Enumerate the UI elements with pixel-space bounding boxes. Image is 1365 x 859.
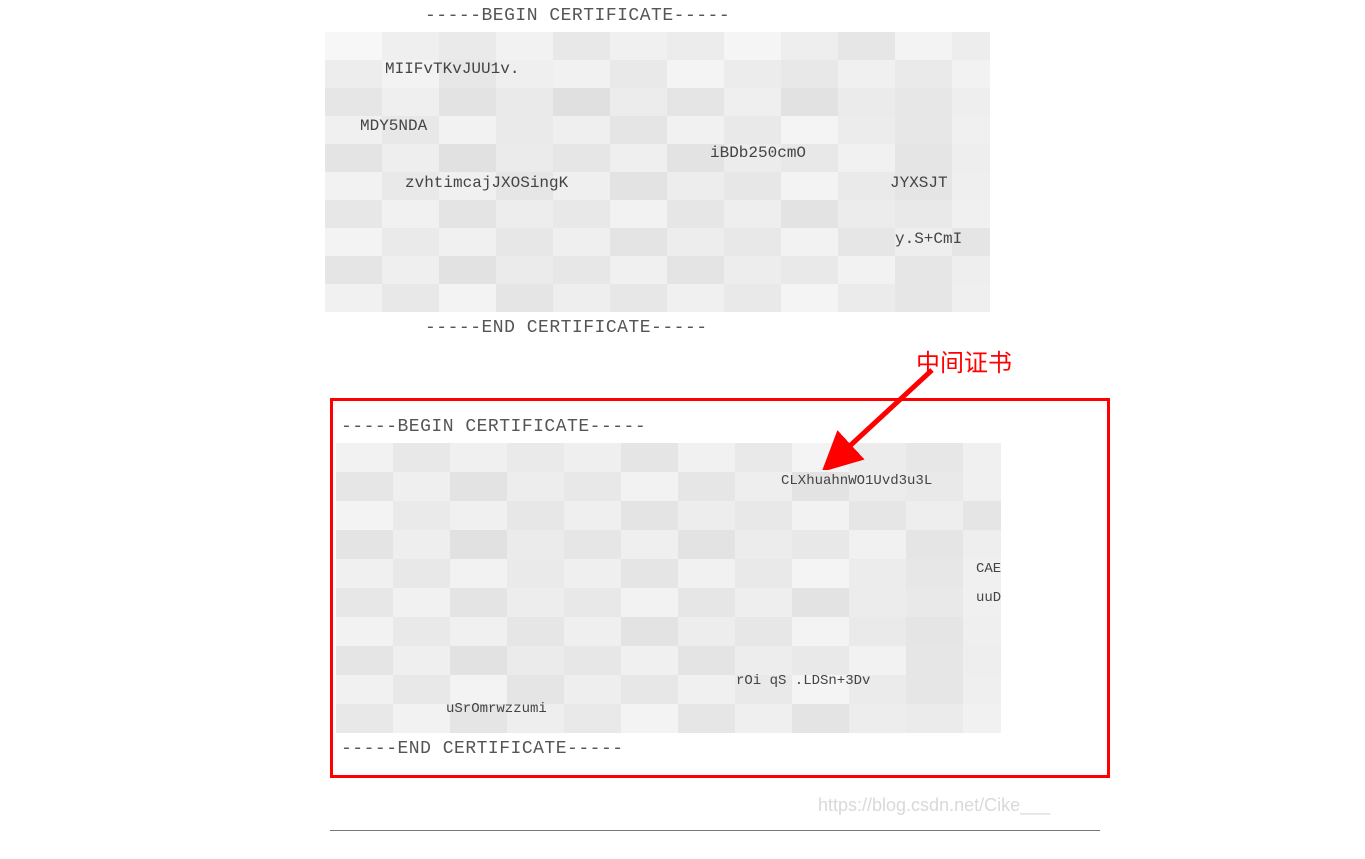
cert1-begin-line: -----BEGIN CERTIFICATE----- [425, 6, 1110, 26]
cert1-mosaic: MIIFvTKvJUU1v. MDY5NDA iBDb250cmO zvhtim… [325, 32, 985, 312]
cert2-mosaic: CLXhuahnWO1Uvd3u3L CAE uuD rOi qS .LDSn+… [336, 443, 996, 733]
cert1-fragment-d: zvhtimcajJXOSingK [405, 174, 568, 192]
cert2-fragment-h: CAE [976, 561, 1001, 577]
cert2-fragment-g: CLXhuahnWO1Uvd3u3L [781, 473, 932, 489]
cert1-end-line: -----END CERTIFICATE----- [425, 318, 1110, 338]
cert1-fragment-b: MDY5NDA [360, 117, 427, 135]
cert2-begin-line: -----BEGIN CERTIFICATE----- [341, 417, 1099, 437]
cert1-fragment-f: y.S+CmI [895, 230, 962, 248]
certificate-block-1: -----BEGIN CERTIFICATE----- [330, 6, 1110, 338]
cert2-fragment-k: uSrOmrwzzumi [446, 701, 547, 717]
divider-line [330, 830, 1100, 831]
cert1-fragment-a: MIIFvTKvJUU1v. [385, 60, 519, 78]
cert2-fragment-j: rOi qS .LDSn+3Dv [736, 673, 870, 689]
cert1-fragment-c: iBDb250cmO [710, 144, 806, 162]
watermark-text: https://blog.csdn.net/Cike___ [818, 795, 1050, 816]
annotation-label: 中间证书 [916, 343, 1012, 378]
cert2-end-line: -----END CERTIFICATE----- [341, 739, 1099, 759]
certificate-block-2-highlighted: -----BEGIN CERTIFICATE----- [330, 398, 1110, 778]
certificate-document: -----BEGIN CERTIFICATE----- [330, 0, 1110, 778]
cert2-fragment-i: uuD [976, 590, 1001, 606]
cert1-fragment-e: JYXSJT [890, 174, 948, 192]
